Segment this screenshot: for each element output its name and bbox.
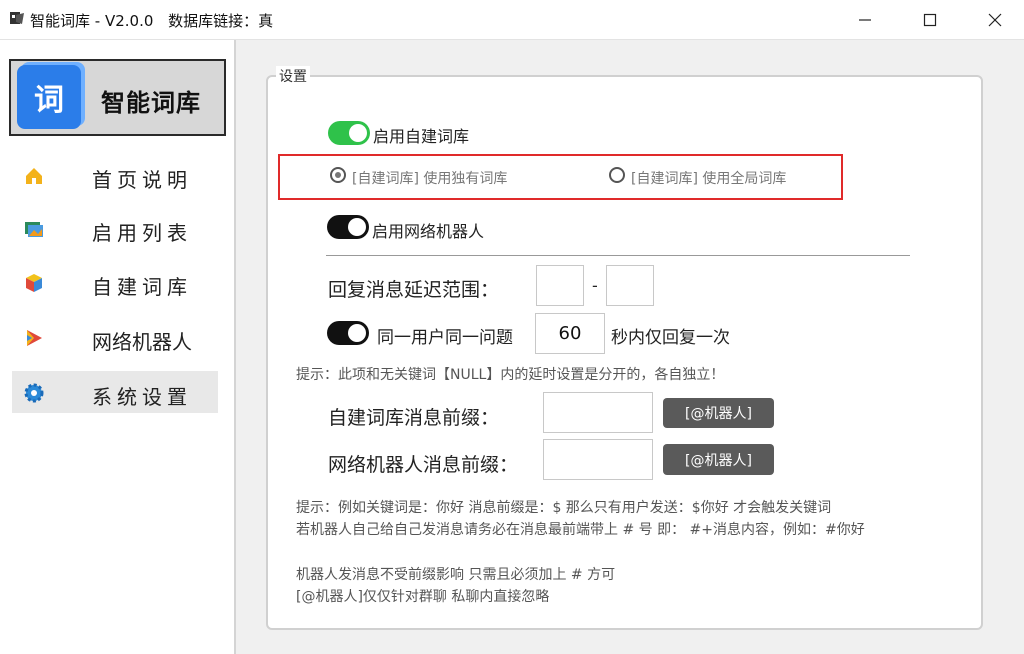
brand-panel: 词 智能词库 xyxy=(9,59,226,136)
custom-prefix-label: 自建词库消息前缀： xyxy=(328,407,500,429)
enable-network-robot-toggle[interactable] xyxy=(327,215,369,239)
sidebar-item-system-settings[interactable]: 系统设置 xyxy=(12,371,218,413)
hint-line: 机器人发消息不受前缀影响 只需且必须加上 # 方可 xyxy=(296,567,616,583)
toggle-knob xyxy=(348,324,366,342)
radio-global-lib[interactable] xyxy=(609,167,625,183)
radio-global-lib-label[interactable]: [自建词库] 使用全局词库 xyxy=(631,168,786,188)
divider xyxy=(326,255,910,256)
network-prefix-input[interactable] xyxy=(543,439,653,480)
radio-unique-lib-label[interactable]: [自建词库] 使用独有词库 xyxy=(352,168,507,188)
close-icon xyxy=(988,13,1002,27)
maximize-button[interactable] xyxy=(899,0,961,40)
home-icon xyxy=(26,168,42,184)
same-user-label: 同一用户同一问题 xyxy=(377,328,513,348)
app-title: 智能词库 - V2.0.0 xyxy=(30,12,154,30)
hint-line: [@机器人]仅仅针对群聊 私聊内直接忽略 xyxy=(296,589,550,605)
title-bar: 智能词库 - V2.0.0 数据库链接：真 xyxy=(0,0,1024,40)
hint-line: 提示：例如关键词是：你好 消息前缀是：$ 那么只有用户发送：$你好 才会触发关键… xyxy=(296,500,832,516)
delay-range-label: 回复消息延迟范围： xyxy=(328,279,500,301)
radio-unique-lib[interactable] xyxy=(330,167,346,183)
same-user-suffix: 秒内仅回复一次 xyxy=(611,328,730,348)
app-icon xyxy=(10,12,24,24)
network-prefix-label: 网络机器人消息前缀： xyxy=(328,454,519,476)
delay-max-input[interactable] xyxy=(606,265,654,306)
close-button[interactable] xyxy=(964,0,1024,40)
play-flag-icon xyxy=(27,330,42,346)
brand-name: 智能词库 xyxy=(101,89,201,117)
same-user-seconds-input[interactable]: 60 xyxy=(535,313,605,354)
maximize-icon xyxy=(923,13,937,27)
toggle-knob xyxy=(349,124,367,142)
hint-delay: 提示：此项和无关键词【NULL】内的延时设置是分开的，各自独立！ xyxy=(296,367,725,383)
custom-prefix-input[interactable] xyxy=(543,392,653,433)
sidebar-item-custom-lib[interactable]: 自建词库 xyxy=(12,261,218,303)
db-status: 数据库链接：真 xyxy=(168,12,274,30)
settings-legend: 设置 xyxy=(276,66,310,86)
sidebar-item-label: 网络机器人 xyxy=(92,330,192,354)
window-title: 智能词库 - V2.0.0 数据库链接：真 xyxy=(30,10,273,31)
brand-logo: 词 xyxy=(17,65,81,129)
hint-line: 若机器人自己给自己发消息请务必在消息最前端带上 # 号 即： #+消息内容，例如… xyxy=(296,522,865,538)
sidebar-item-label: 系统设置 xyxy=(92,385,192,409)
sidebar-item-network-robot[interactable]: 网络机器人 xyxy=(12,316,218,358)
network-prefix-at-robot-button[interactable]: [@机器人] xyxy=(663,444,774,475)
sidebar-item-label: 首页说明 xyxy=(92,168,192,192)
gear-icon xyxy=(24,383,44,403)
delay-separator: - xyxy=(592,276,598,295)
cube-icon xyxy=(26,274,42,292)
image-list-icon xyxy=(25,222,43,237)
sidebar-item-label: 启用列表 xyxy=(92,221,192,245)
brand-logo-char: 词 xyxy=(34,83,64,118)
sidebar: 词 智能词库 首页说明 启用列表 自建词库 网络机器人 系统设置 xyxy=(0,40,236,654)
toggle-knob xyxy=(348,218,366,236)
minimize-icon xyxy=(859,19,871,21)
sidebar-item-home[interactable]: 首页说明 xyxy=(12,154,218,196)
sidebar-item-enable-list[interactable]: 启用列表 xyxy=(12,207,218,249)
delay-min-input[interactable] xyxy=(536,265,584,306)
enable-network-robot-label: 启用网络机器人 xyxy=(372,222,485,241)
same-user-toggle[interactable] xyxy=(327,321,369,345)
minimize-button[interactable] xyxy=(834,0,896,40)
sidebar-item-label: 自建词库 xyxy=(92,275,192,299)
enable-custom-lib-toggle[interactable] xyxy=(328,121,370,145)
enable-custom-lib-label: 启用自建词库 xyxy=(373,127,470,146)
custom-prefix-at-robot-button[interactable]: [@机器人] xyxy=(663,398,774,428)
